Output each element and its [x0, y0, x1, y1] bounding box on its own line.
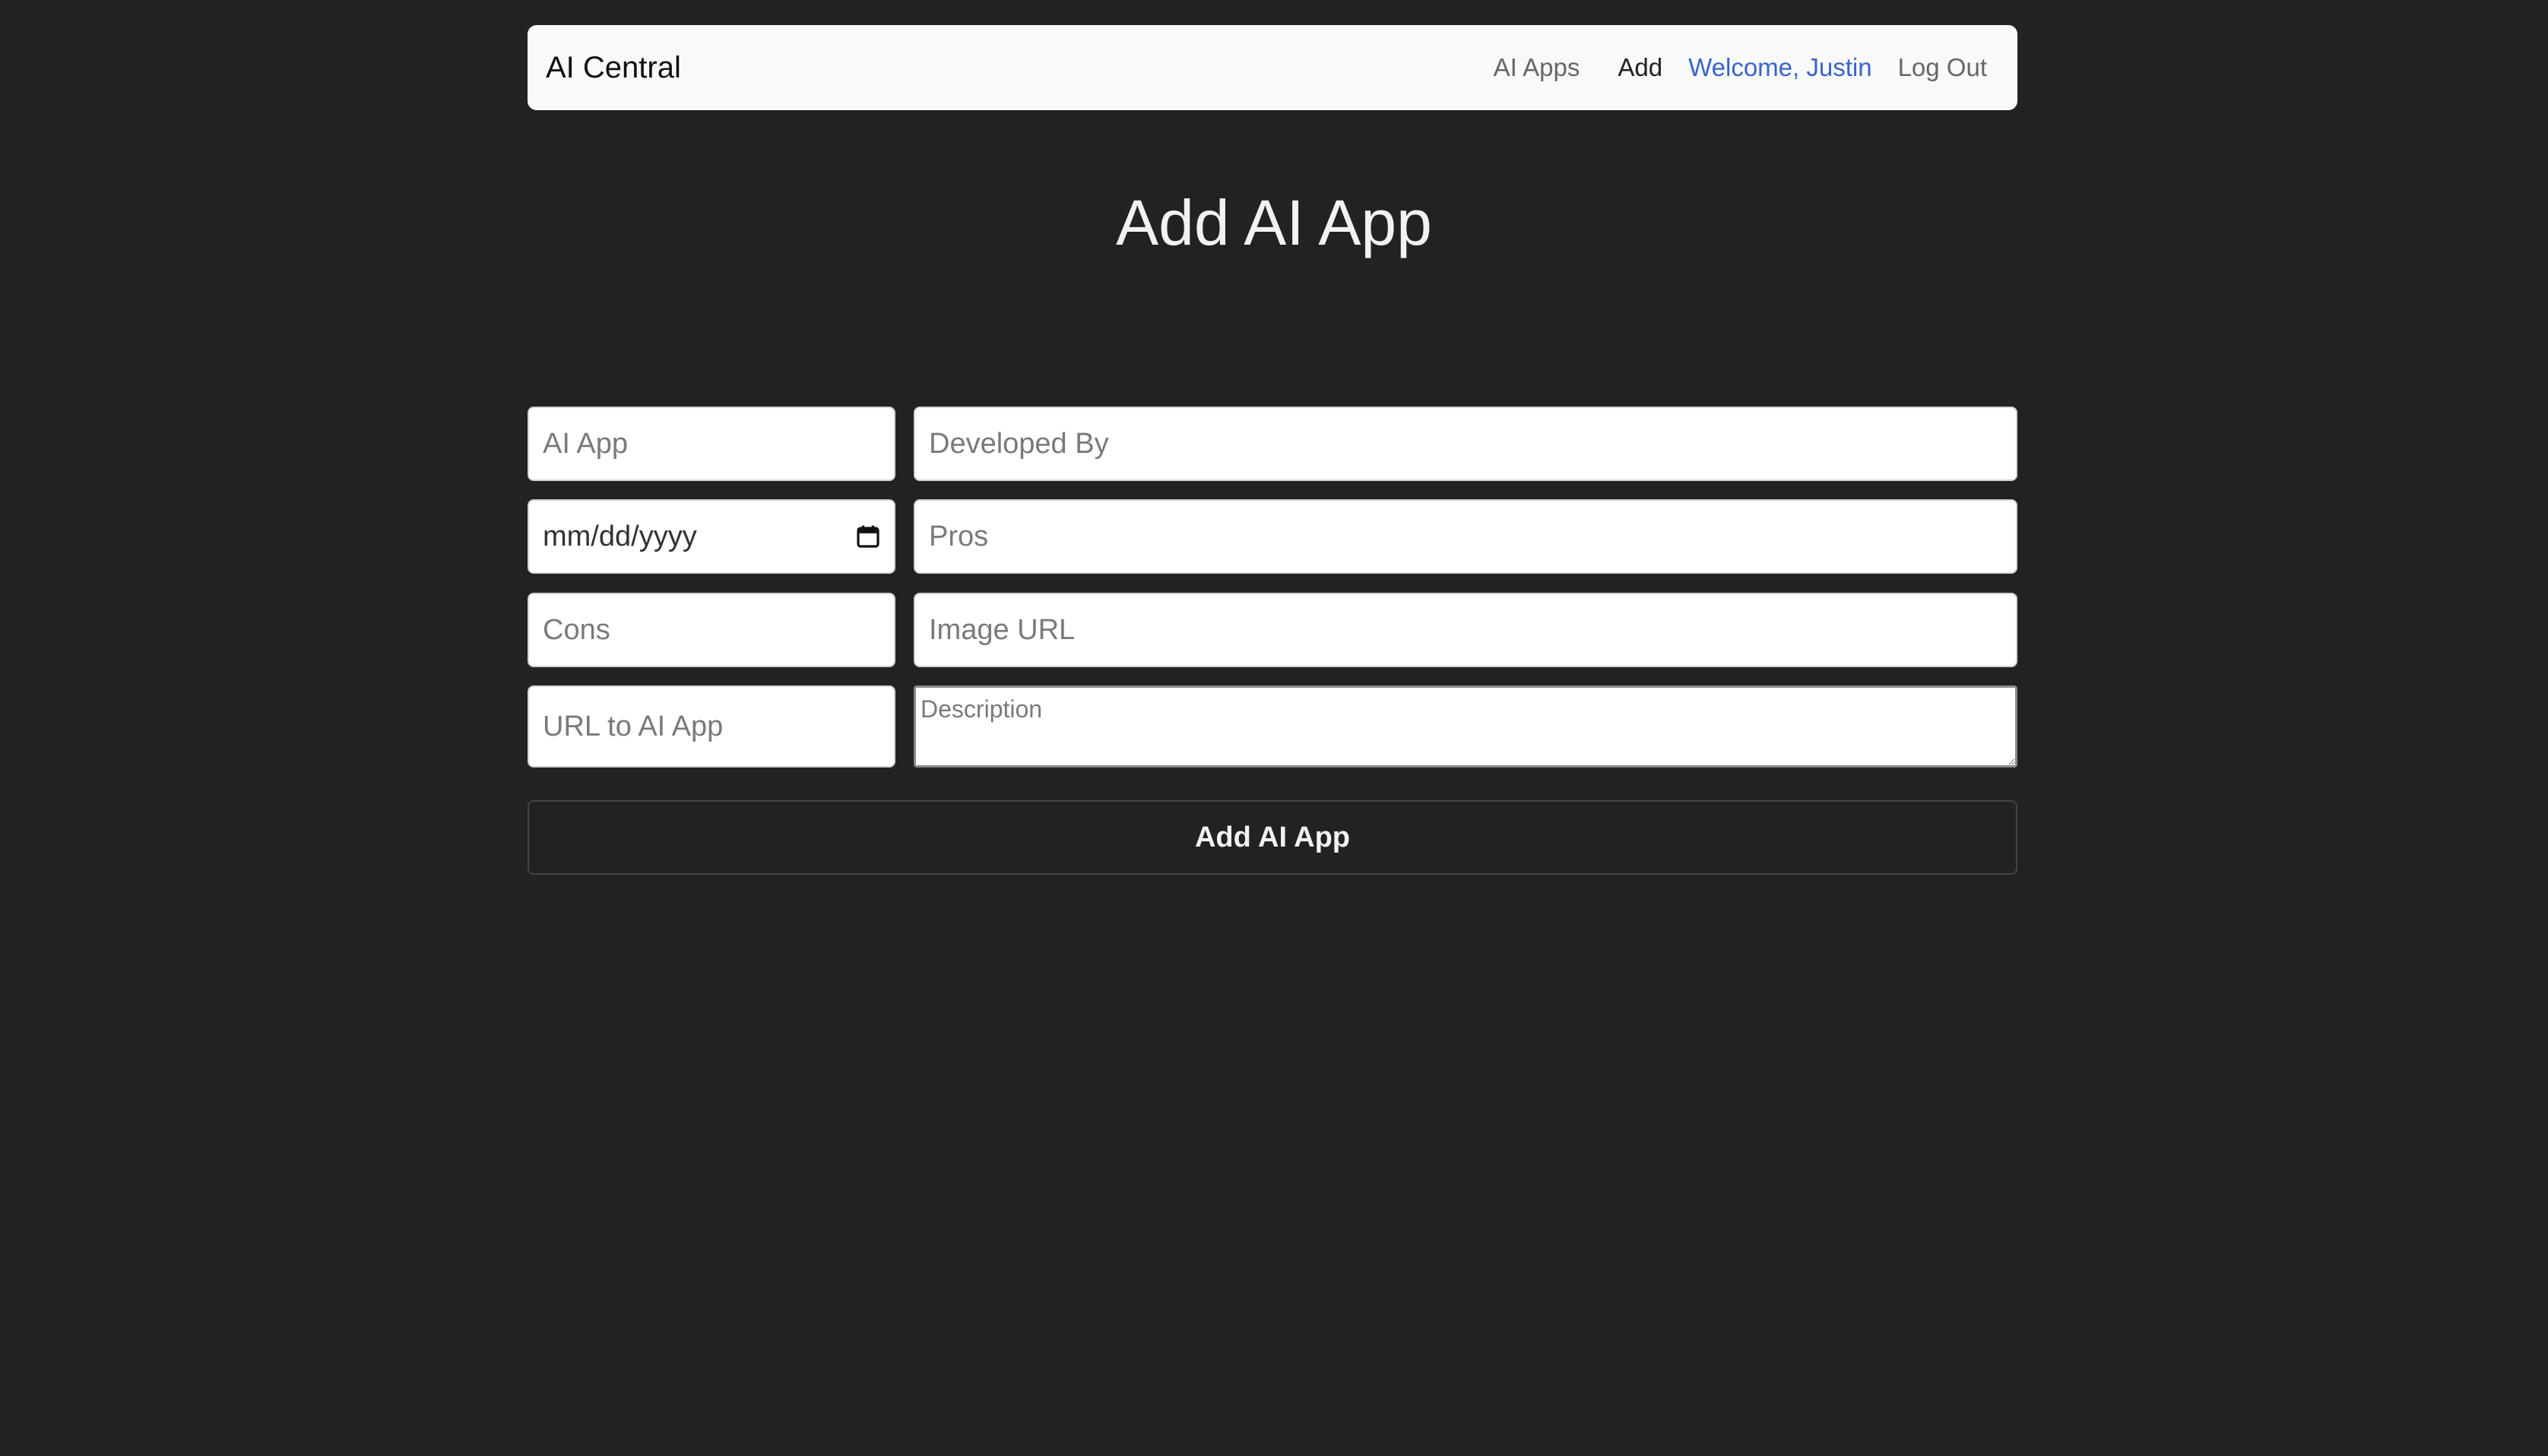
developed-by-input[interactable]: [914, 407, 2017, 481]
nav-link-ai-apps[interactable]: AI Apps: [1494, 53, 1580, 82]
nav-link-add[interactable]: Add: [1618, 53, 1662, 82]
release-date-input[interactable]: mm/dd/yyyy: [528, 499, 895, 574]
nav-link-welcome[interactable]: Welcome, Justin: [1688, 53, 1871, 82]
cons-input[interactable]: [528, 593, 895, 667]
nav-links: AI Apps Add Welcome, Justin Log Out: [1494, 25, 1987, 110]
navbar: AI Central AI Apps Add Welcome, Justin L…: [528, 25, 2017, 110]
date-format-text: mm/dd/yyyy: [543, 520, 697, 552]
ai-app-input[interactable]: [528, 407, 895, 481]
page: AI Central AI Apps Add Welcome, Justin L…: [0, 0, 2548, 1456]
brand-link[interactable]: AI Central: [546, 25, 681, 110]
app-url-input[interactable]: [528, 685, 895, 768]
calendar-icon[interactable]: [856, 524, 880, 549]
description-textarea[interactable]: [914, 685, 2017, 768]
add-ai-app-button[interactable]: Add AI App: [528, 800, 2017, 875]
nav-link-logout[interactable]: Log Out: [1898, 53, 1987, 82]
page-title: Add AI App: [1116, 187, 1432, 258]
pros-input[interactable]: [914, 499, 2017, 574]
image-url-input[interactable]: [914, 593, 2017, 667]
